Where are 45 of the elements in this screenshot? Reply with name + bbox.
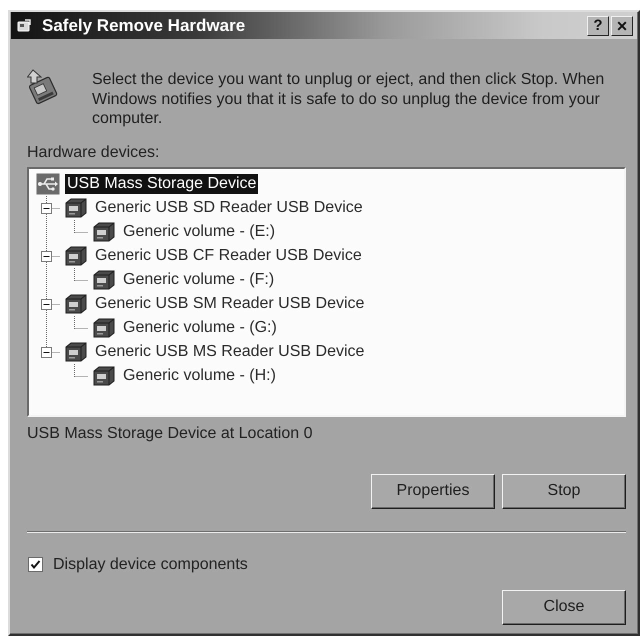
volume-item[interactable]: Generic volume - (H:) — [121, 366, 278, 386]
tree-connector — [74, 220, 88, 232]
drive-icon — [92, 366, 116, 386]
tree-connector — [74, 364, 88, 376]
device-item[interactable]: Generic USB SD Reader USB Device — [93, 198, 365, 218]
collapse-icon[interactable] — [41, 346, 52, 358]
drive-icon — [92, 270, 116, 290]
properties-button[interactable]: Properties — [371, 474, 495, 508]
device-item[interactable]: USB Mass Storage Device — [65, 174, 258, 194]
collapse-icon[interactable] — [41, 250, 52, 262]
drive-icon — [64, 342, 88, 362]
help-button[interactable]: ? — [587, 16, 609, 36]
tree-label: Hardware devices: — [27, 144, 160, 162]
collapse-icon[interactable] — [41, 298, 52, 310]
volume-item[interactable]: Generic volume - (E:) — [121, 222, 278, 242]
tree-line — [46, 268, 47, 292]
device-location-text: USB Mass Storage Device at Location 0 — [27, 424, 312, 442]
drive-icon — [92, 222, 116, 242]
tree-connector — [46, 340, 60, 352]
close-dialog-button[interactable]: Close — [502, 590, 626, 624]
tree-connector — [74, 268, 88, 280]
device-item[interactable]: Generic USB SM Reader USB Device — [93, 294, 366, 314]
checkbox[interactable] — [28, 557, 43, 572]
usb-icon — [36, 172, 60, 194]
drive-icon — [64, 198, 88, 218]
card-icon — [16, 18, 32, 34]
tree-line — [46, 316, 47, 340]
tree-connector — [74, 316, 88, 328]
drive-icon — [64, 294, 88, 314]
tree-line — [46, 220, 47, 244]
close-button[interactable]: × — [611, 16, 633, 36]
volume-item[interactable]: Generic volume - (F:) — [121, 270, 276, 290]
device-item[interactable]: Generic USB MS Reader USB Device — [93, 342, 366, 362]
stop-button[interactable]: Stop — [502, 474, 626, 508]
checkbox-label[interactable]: Display device components — [53, 556, 248, 574]
window-title: Safely Remove Hardware — [42, 16, 246, 36]
device-item[interactable]: Generic USB CF Reader USB Device — [93, 246, 364, 266]
drive-icon — [64, 246, 88, 266]
tree-connector — [46, 244, 60, 268]
collapse-icon[interactable] — [41, 202, 52, 214]
drive-icon — [92, 318, 116, 338]
tree-connector — [46, 292, 60, 316]
tree-connector — [46, 196, 60, 220]
volume-item[interactable]: Generic volume - (G:) — [121, 318, 279, 338]
instruction-text: Select the device you want to unplug or eject, and then click Stop. When Windows notifies you that it is safe to do so unplug the device from your computer. — [92, 70, 606, 128]
